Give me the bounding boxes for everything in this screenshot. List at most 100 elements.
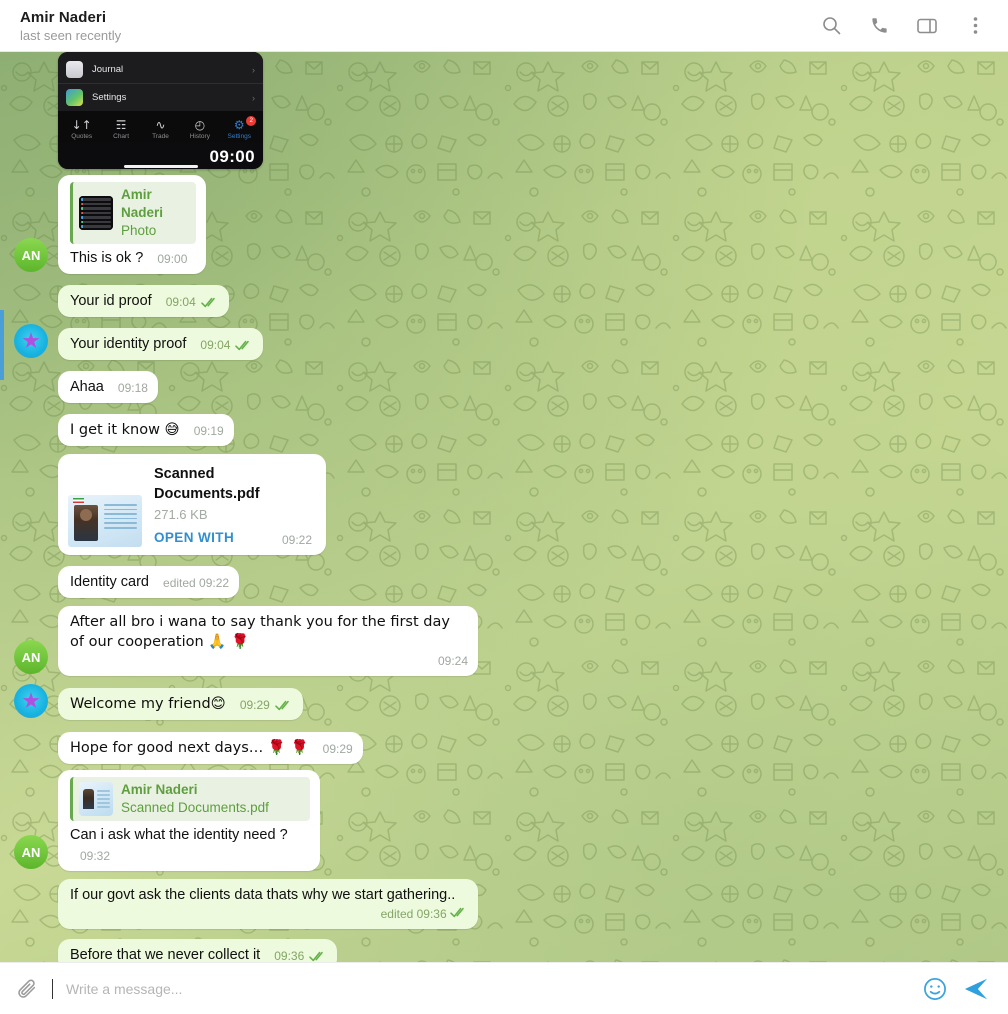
- message-row-screenshot: Journal › Settings › ↓↑ Quotes ☶ Chart ∿…: [0, 52, 1008, 169]
- avatar[interactable]: AN: [14, 238, 48, 272]
- message-bubble[interactable]: Welcome my friend😊 09:29: [58, 688, 303, 720]
- double-check-icon: [235, 340, 253, 351]
- message-list: Journal › Settings › ↓↑ Quotes ☶ Chart ∿…: [0, 52, 1008, 962]
- chat-scroll-area[interactable]: Journal › Settings › ↓↑ Quotes ☶ Chart ∿…: [0, 52, 1008, 962]
- journal-icon: [66, 61, 83, 78]
- message-row-document: Scanned Documents.pdf 271.6 KB OPEN WITH…: [0, 454, 1008, 555]
- telegram-chat-window: Amir Naderi last seen recently Journal ›…: [0, 0, 1008, 1014]
- document-thumbnail: [68, 495, 142, 547]
- settings-app-icon: [66, 89, 83, 106]
- chart-icon: ☶: [115, 118, 127, 132]
- avatar-spacer: [14, 519, 48, 553]
- message-text: If our govt ask the clients data thats w…: [70, 887, 456, 903]
- message-row: AN Amir Naderi Photo This is ok ? 09:00: [0, 175, 1008, 274]
- header-actions: [820, 15, 992, 37]
- quote-thumbnail: [79, 196, 113, 230]
- avatar[interactable]: ★: [14, 324, 48, 358]
- paperclip-icon[interactable]: [16, 978, 38, 1000]
- message-text: Your id proof: [70, 293, 152, 309]
- message-time: 09:00: [157, 252, 188, 266]
- shot-list-item: Journal ›: [58, 56, 263, 83]
- message-row: I get it know 😅 09:19: [0, 410, 1008, 446]
- double-check-icon: [309, 951, 327, 962]
- message-bubble[interactable]: Ahaa 09:18: [58, 371, 158, 403]
- shot-tab-label: Trade: [152, 133, 169, 140]
- message-meta: 09:29: [323, 739, 353, 759]
- smiley-icon[interactable]: [922, 976, 948, 1002]
- quote-subtitle: Scanned Documents.pdf: [121, 800, 269, 815]
- scroll-position-marker[interactable]: [0, 310, 4, 380]
- message-meta: 09:04: [166, 292, 219, 312]
- message-bubble[interactable]: If our govt ask the clients data thats w…: [58, 879, 478, 929]
- message-bubble[interactable]: I get it know 😅 09:19: [58, 414, 234, 446]
- double-check-icon: [200, 297, 219, 308]
- sidebar-panel-icon[interactable]: [916, 15, 938, 37]
- avatar-spacer: [14, 935, 48, 962]
- message-meta: 09:32: [80, 846, 110, 866]
- message-row: AN After all bro i wana to say thank you…: [0, 606, 1008, 676]
- avatar-spacer: [14, 281, 48, 315]
- search-icon[interactable]: [820, 15, 842, 37]
- message-bubble[interactable]: Hope for good next days… 🌹 🌹 09:29: [58, 732, 363, 764]
- avatar-spacer: [14, 728, 48, 762]
- message-bubble[interactable]: Before that we never collect it 09:36: [58, 939, 338, 962]
- send-icon[interactable]: [962, 975, 990, 1003]
- avatar[interactable]: AN: [14, 640, 48, 674]
- avatar-spacer: [14, 133, 48, 167]
- trade-icon: ∿: [155, 118, 166, 132]
- shot-tab-label: History: [189, 133, 210, 140]
- reply-quote[interactable]: Amir Naderi Scanned Documents.pdf: [70, 777, 310, 821]
- message-time: 09:32: [80, 849, 111, 863]
- message-row: Hope for good next days… 🌹 🌹 09:29: [0, 728, 1008, 764]
- message-text: Before that we never collect it: [70, 947, 261, 962]
- message-time: 09:29: [239, 698, 270, 712]
- message-bubble[interactable]: Amir Naderi Scanned Documents.pdf Can i …: [58, 770, 320, 871]
- document-message-bubble[interactable]: Scanned Documents.pdf 271.6 KB OPEN WITH…: [58, 454, 326, 555]
- message-bubble[interactable]: Identity card edited 09:22: [58, 566, 240, 598]
- message-text: Ahaa: [70, 379, 104, 395]
- message-meta: 09:18: [118, 378, 148, 398]
- message-time: 09:04: [200, 338, 231, 352]
- message-meta: edited 09:36: [80, 904, 468, 924]
- message-row: Before that we never collect it 09:36: [0, 935, 1008, 962]
- shot-tab-label: Chart: [113, 133, 130, 140]
- message-row: ★ Your identity proof 09:04: [0, 324, 1008, 360]
- message-time: edited 09:36: [380, 907, 447, 921]
- message-time: 09:29: [322, 742, 353, 756]
- message-bubble[interactable]: Amir Naderi Photo This is ok ? 09:00: [58, 175, 206, 274]
- phone-icon[interactable]: [868, 15, 890, 37]
- message-row: Identity card edited 09:22: [0, 562, 1008, 598]
- chat-header: Amir Naderi last seen recently: [0, 0, 1008, 52]
- message-row: Ahaa 09:18: [0, 367, 1008, 403]
- message-row: ★ Welcome my friend😊 09:29: [0, 684, 1008, 720]
- avatar-spacer: [14, 893, 48, 927]
- avatar[interactable]: ★: [14, 684, 48, 718]
- shot-list-item: Settings ›: [58, 83, 263, 111]
- shot-tab-label: Settings: [227, 133, 252, 140]
- message-bubble[interactable]: Your id proof 09:04: [58, 285, 229, 317]
- search-input message-input[interactable]: [64, 980, 908, 997]
- mini-screenshot: [79, 196, 113, 230]
- reply-quote[interactable]: Amir Naderi Photo: [70, 182, 196, 244]
- message-meta: 09:00: [157, 249, 187, 269]
- shot-clock: 09:00: [209, 147, 255, 166]
- flag-icon: [73, 498, 84, 503]
- chat-header-titles[interactable]: Amir Naderi last seen recently: [20, 8, 820, 44]
- avatar-spacer: [14, 367, 48, 401]
- chat-status: last seen recently: [20, 27, 122, 43]
- message-meta: 09:04: [200, 335, 253, 355]
- document-text-lines: [104, 504, 137, 532]
- message-bubble[interactable]: After all bro i wana to say thank you fo…: [58, 606, 478, 676]
- photo-message-bubble[interactable]: Journal › Settings › ↓↑ Quotes ☶ Chart ∿…: [58, 52, 263, 169]
- message-text: Your identity proof: [70, 336, 187, 352]
- shot-item-label: Journal: [92, 64, 124, 75]
- avatar[interactable]: AN: [14, 835, 48, 869]
- portrait-photo: [74, 505, 98, 541]
- more-vertical-icon[interactable]: [964, 15, 986, 37]
- message-bubble[interactable]: Your identity proof 09:04: [58, 328, 264, 360]
- shot-tab-trade: ∿ Trade: [141, 119, 179, 140]
- quote-texts: Amir Naderi Photo: [121, 186, 188, 240]
- document-row: Scanned Documents.pdf 271.6 KB OPEN WITH: [68, 464, 312, 547]
- text-caret: [52, 978, 53, 999]
- document-text-lines: [97, 790, 110, 810]
